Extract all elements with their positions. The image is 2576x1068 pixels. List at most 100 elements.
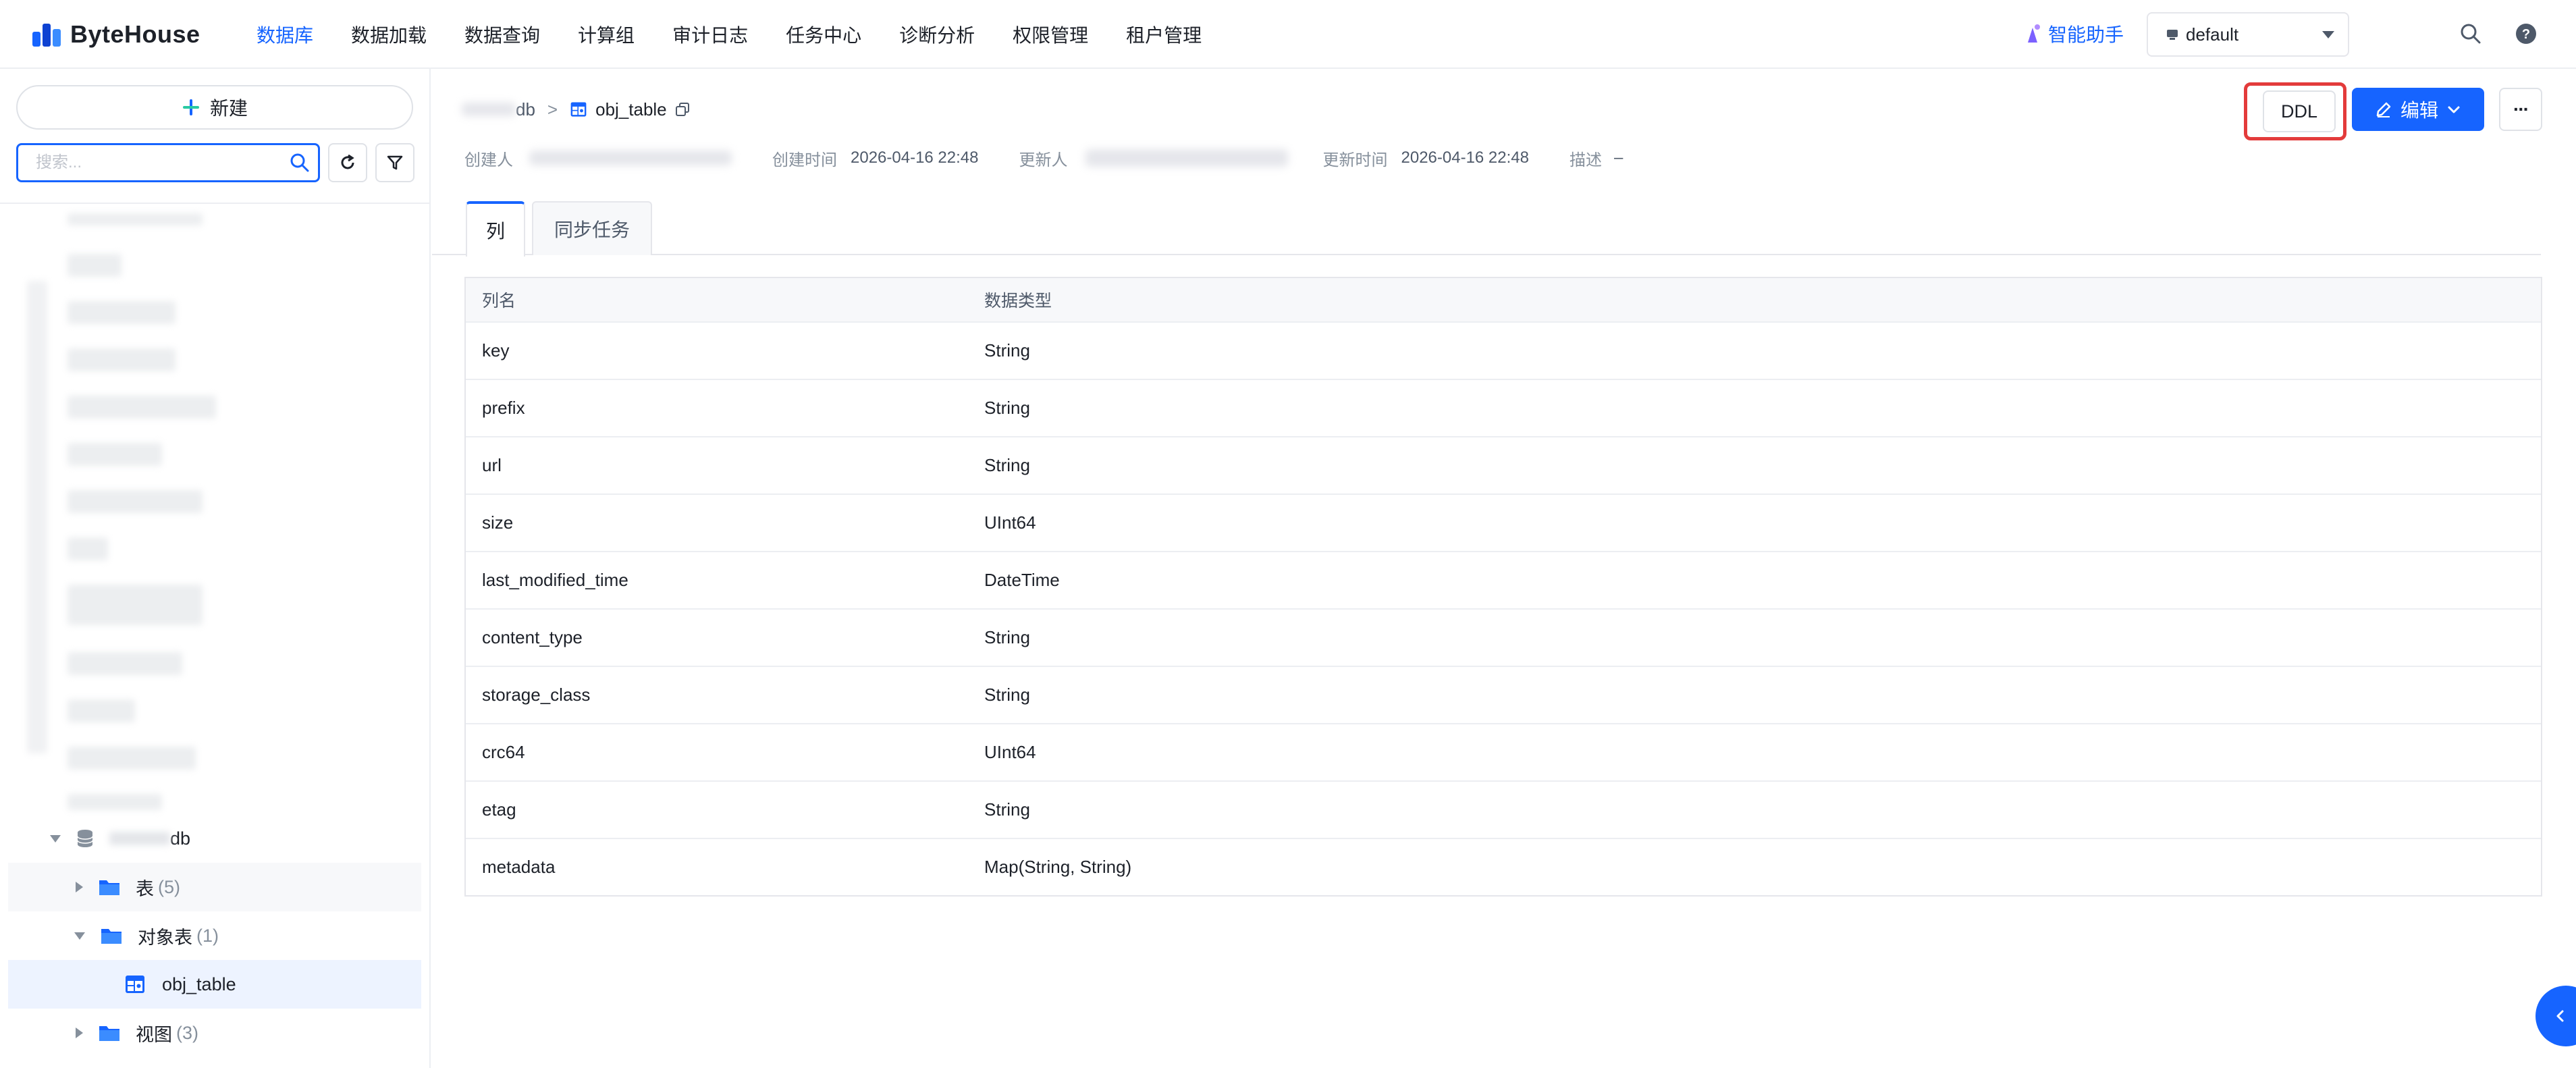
folder-count-object-tables: (1) [196,925,219,946]
tab-columns[interactable]: 列 [466,201,525,257]
brand-name: ByteHouse [70,20,200,48]
sidebar-divider [0,203,429,204]
nav-item-permissions[interactable]: 权限管理 [1013,21,1088,48]
table-detail-panel: db > obj_table 创建人 创建时间 2026-04-16 22:48… [432,69,2576,1068]
ddl-button[interactable]: DDL [2263,90,2336,132]
svg-text:?: ? [2522,27,2530,42]
tab-sync-tasks[interactable]: 同步任务 [532,201,652,255]
nav-item-data-query[interactable]: 数据查询 [464,21,540,48]
sparkle-icon [2028,24,2040,43]
database-sidebar: 新建 db [0,69,431,1068]
column-name: metadata [482,857,556,877]
column-name: last_modified_time [482,570,628,590]
plus-icon [182,99,199,115]
column-type: String [984,340,1030,361]
copy-icon[interactable] [675,102,690,117]
help-icon[interactable]: ? [2513,20,2540,47]
edit-button-label: 编辑 [2400,100,2438,121]
main-nav: 数据库 数据加载 数据查询 计算组 审计日志 任务中心 诊断分析 权限管理 租户… [257,0,1239,69]
updater-label: 更新人 [1019,151,1068,169]
header-column-name: 列名 [482,292,516,311]
new-button-label: 新建 [209,98,248,119]
table-row: content_type String [466,608,2541,666]
tree-item-label: obj_table [162,973,236,994]
nav-item-tenant[interactable]: 租户管理 [1126,21,1202,48]
workspace-icon [2167,30,2178,40]
column-type: String [984,799,1030,820]
table-row: storage_class String [466,666,2541,723]
tree-db-node[interactable]: db [8,814,421,863]
creator-label: 创建人 [464,151,513,169]
database-icon [77,830,93,847]
tree-folder-views[interactable]: 视图 (3) [8,1009,421,1057]
nav-item-audit-log[interactable]: 审计日志 [672,21,748,48]
bytehouse-logo-icon [32,21,62,48]
chevron-down-icon[interactable] [2446,102,2461,117]
description-value: – [1614,149,1624,167]
sidebar-search[interactable] [16,143,320,182]
chevron-down-icon[interactable] [50,834,61,843]
ai-assistant-button[interactable]: 智能助手 [2024,20,2124,47]
brand-logo[interactable]: ByteHouse [32,18,200,51]
table-header-row: 列名 数据类型 [466,278,2541,321]
workspace-select[interactable]: default [2147,12,2349,57]
column-name: prefix [482,398,525,418]
chevron-right-icon[interactable] [76,882,83,892]
refresh-icon [341,154,354,169]
workspace-value: default [2186,24,2239,45]
breadcrumb-db[interactable]: db [462,99,535,120]
tree-item-obj-table[interactable]: obj_table [8,960,421,1009]
chevron-down-icon[interactable] [74,932,85,940]
folder-icon [99,880,119,895]
new-button[interactable]: 新建 [16,85,413,130]
column-type: DateTime [984,570,1060,590]
column-name: storage_class [482,685,591,705]
columns-table: 列名 数据类型 key String prefix String url String… [464,277,2542,897]
tree-folder-tables[interactable]: 表 (5) [8,863,421,911]
breadcrumb-db-suffix: db [516,99,535,119]
column-type: UInt64 [984,512,1036,533]
column-name: crc64 [482,742,525,762]
breadcrumb-current-table: obj_table [595,99,667,119]
table-row: last_modified_time DateTime [466,551,2541,608]
folder-icon [101,929,122,944]
ai-assistant-label: 智能助手 [2048,24,2124,45]
nav-item-compute-group[interactable]: 计算组 [578,21,635,48]
folder-label-tables: 表 [136,878,154,899]
nav-item-database[interactable]: 数据库 [257,21,313,48]
column-name: etag [482,799,516,820]
table-meta: 创建人 创建时间 2026-04-16 22:48 更新人 更新时间 2026-… [464,144,1623,171]
tabs-divider [432,254,2541,255]
chevron-right-icon[interactable] [76,1027,83,1038]
filter-button[interactable] [375,143,414,182]
tree-folder-object-tables[interactable]: 对象表 (1) [8,911,421,960]
column-name: content_type [482,627,583,647]
search-input[interactable] [34,153,290,173]
more-actions-button[interactable]: ··· [2499,88,2542,131]
object-table-icon [570,102,587,117]
search-icon[interactable] [290,153,310,173]
column-name: url [482,455,502,475]
table-row: etag String [466,780,2541,838]
redacted-updater [1085,149,1288,167]
table-row: metadata Map(String, String) [466,838,2541,895]
table-row: prefix String [466,379,2541,436]
refresh-button[interactable] [328,143,367,182]
nav-item-task-center[interactable]: 任务中心 [786,21,861,48]
edit-button[interactable]: 编辑 [2352,88,2484,131]
nav-item-diagnostics[interactable]: 诊断分析 [899,21,975,48]
nav-item-data-loading[interactable]: 数据加载 [351,21,427,48]
column-type: Map(String, String) [984,857,1132,877]
chevron-left-icon [2556,1010,2564,1022]
redacted-creator [529,151,732,165]
header-data-type: 数据类型 [984,292,1052,311]
breadcrumb-separator: > [547,99,558,119]
search-icon[interactable] [2457,20,2484,47]
redacted-db-name [462,103,516,116]
column-type: UInt64 [984,742,1036,762]
column-name: key [482,340,510,361]
redacted-tree-items [27,213,365,882]
table-row: key String [466,321,2541,379]
folder-label-object-tables: 对象表 [138,927,192,948]
column-type: String [984,398,1030,418]
